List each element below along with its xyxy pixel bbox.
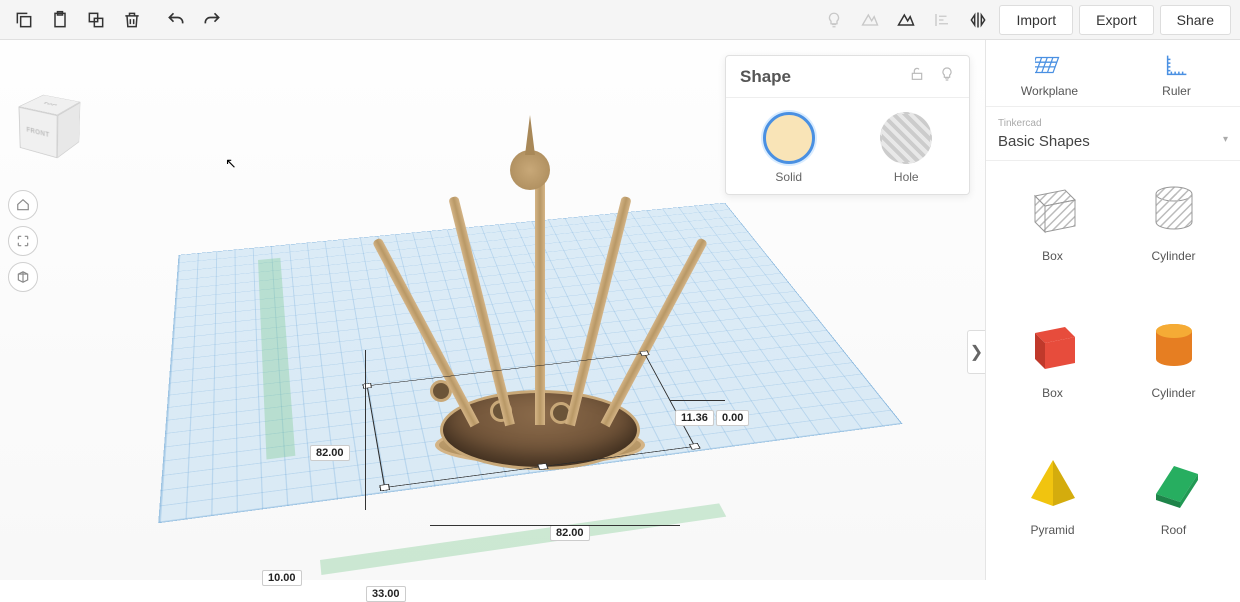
shape-roof[interactable]: Roof bbox=[1115, 447, 1232, 568]
shape-inspector-panel: Shape Solid Hole bbox=[725, 55, 970, 195]
copy-button[interactable] bbox=[6, 2, 42, 38]
shape-label: Roof bbox=[1161, 523, 1186, 537]
undo-button[interactable] bbox=[158, 2, 194, 38]
ruler-x-axis[interactable] bbox=[320, 503, 726, 575]
mirror-button[interactable] bbox=[960, 2, 996, 38]
shape-label: Cylinder bbox=[1151, 386, 1195, 400]
resize-handle[interactable] bbox=[537, 463, 548, 470]
redo-button[interactable] bbox=[194, 2, 230, 38]
shape-solid-option[interactable]: Solid bbox=[763, 112, 815, 184]
model-crown[interactable] bbox=[510, 150, 550, 190]
unlock-icon[interactable] bbox=[909, 69, 929, 86]
shape-label: Pyramid bbox=[1030, 523, 1074, 537]
paste-button[interactable] bbox=[42, 2, 78, 38]
view-cube[interactable]: TOP FRONT bbox=[20, 95, 80, 155]
shape-label: Box bbox=[1042, 249, 1063, 263]
shape-box-hatched[interactable]: Box bbox=[994, 173, 1111, 294]
workplane-tool[interactable]: Workplane bbox=[986, 40, 1113, 106]
hole-label: Hole bbox=[894, 170, 919, 184]
shape-panel-title: Shape bbox=[740, 67, 791, 87]
lightbulb-icon[interactable] bbox=[816, 2, 852, 38]
ruler-y-value[interactable]: 10.00 bbox=[262, 570, 302, 586]
resize-handle[interactable] bbox=[379, 484, 390, 491]
export-button[interactable]: Export bbox=[1079, 5, 1153, 35]
sidebar-collapse-toggle[interactable]: ❯ bbox=[967, 330, 985, 374]
ruler-tool[interactable]: Ruler bbox=[1113, 40, 1240, 106]
shape-cylinder-orange[interactable]: Cylinder bbox=[1115, 310, 1232, 431]
shape-cylinder-hatched[interactable]: Cylinder bbox=[1115, 173, 1232, 294]
ruler-label: Ruler bbox=[1162, 84, 1191, 98]
home-view-button[interactable] bbox=[8, 190, 38, 220]
align-button[interactable] bbox=[924, 2, 960, 38]
dimension-z-offset[interactable]: 0.00 bbox=[716, 410, 749, 426]
viewcube-front-face[interactable]: FRONT bbox=[19, 107, 58, 159]
top-toolbar: Import Export Share bbox=[0, 0, 1240, 40]
dimension-width[interactable]: 82.00 bbox=[550, 525, 590, 541]
group-solid-button[interactable] bbox=[888, 2, 924, 38]
share-button[interactable]: Share bbox=[1160, 5, 1231, 35]
dimension-depth[interactable]: 82.00 bbox=[310, 445, 350, 461]
ruler-x-value[interactable]: 33.00 bbox=[366, 586, 406, 602]
workplane-label: Workplane bbox=[1021, 84, 1078, 98]
shape-box-red[interactable]: Box bbox=[994, 310, 1111, 431]
shape-label: Box bbox=[1042, 386, 1063, 400]
perspective-button[interactable] bbox=[8, 262, 38, 292]
solid-swatch-icon bbox=[763, 112, 815, 164]
dimension-height[interactable]: 11.36 bbox=[675, 410, 714, 426]
solid-label: Solid bbox=[775, 170, 802, 184]
resize-handle[interactable] bbox=[639, 351, 649, 356]
resize-handle[interactable] bbox=[362, 383, 372, 389]
shape-category-dropdown[interactable]: Tinkercad Basic Shapes bbox=[986, 107, 1240, 161]
lightbulb-icon[interactable] bbox=[939, 69, 955, 86]
shape-pyramid[interactable]: Pyramid bbox=[994, 447, 1111, 568]
delete-button[interactable] bbox=[114, 2, 150, 38]
group-outline-button[interactable] bbox=[852, 2, 888, 38]
model-spire[interactable] bbox=[525, 115, 535, 155]
import-button[interactable]: Import bbox=[999, 5, 1073, 35]
shapes-sidebar: Workplane Ruler Tinkercad Basic Shapes B… bbox=[985, 40, 1240, 580]
category-provider: Tinkercad bbox=[998, 118, 1042, 129]
shape-label: Cylinder bbox=[1151, 249, 1195, 263]
view-controls bbox=[8, 190, 38, 292]
category-name: Basic Shapes bbox=[998, 133, 1228, 150]
shape-hole-option[interactable]: Hole bbox=[880, 112, 932, 184]
duplicate-button[interactable] bbox=[78, 2, 114, 38]
fit-view-button[interactable] bbox=[8, 226, 38, 256]
hole-swatch-icon bbox=[880, 112, 932, 164]
